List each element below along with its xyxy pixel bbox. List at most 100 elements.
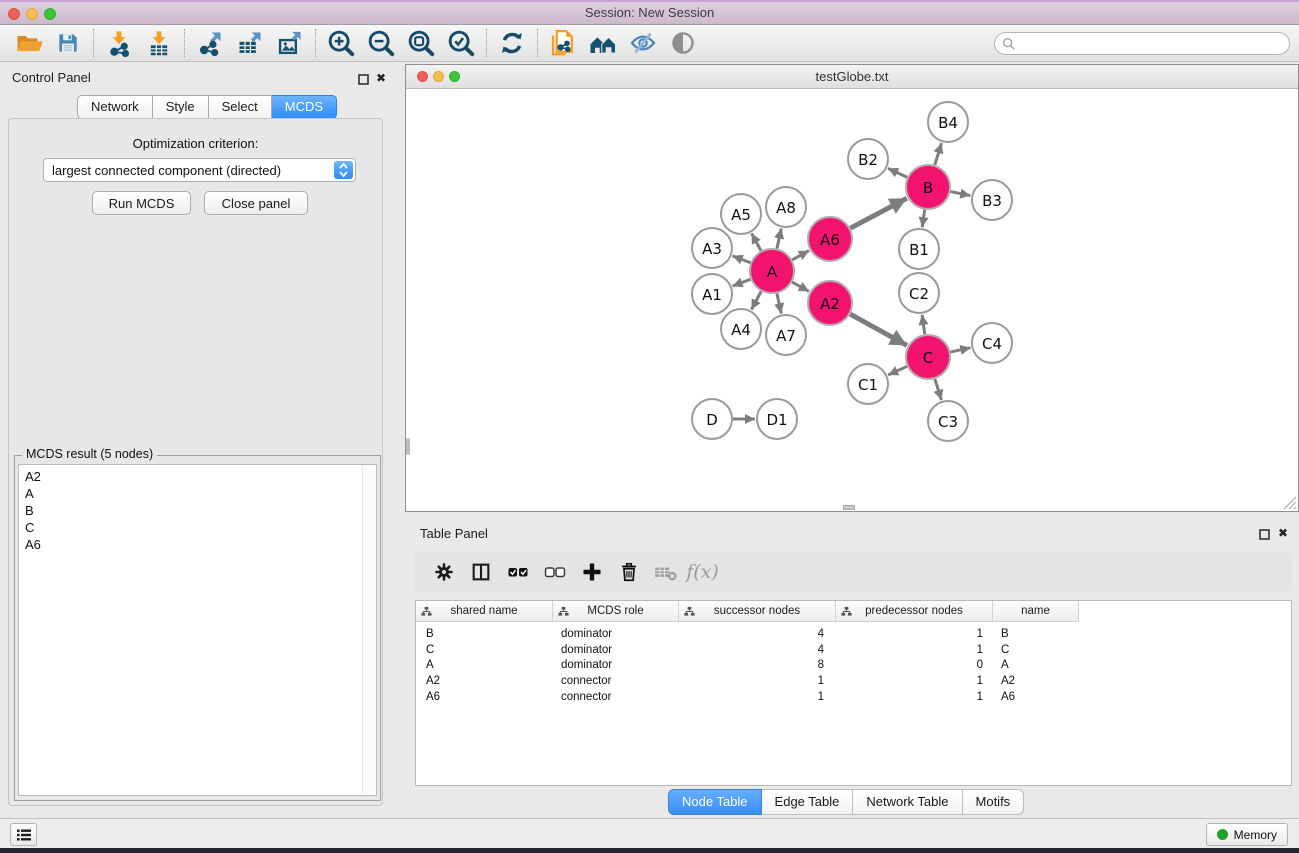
tab-mcds[interactable]: MCDS	[272, 95, 337, 119]
graph-edge-B-B3[interactable]	[951, 192, 971, 196]
eye-slash-icon[interactable]	[623, 27, 663, 59]
float-panel-icon[interactable]	[355, 71, 371, 87]
zoom-in-icon[interactable]	[321, 27, 361, 59]
column-view-icon[interactable]	[462, 556, 499, 588]
graph-node-B1[interactable]: B1	[899, 229, 939, 269]
graph-node-A2[interactable]: A2	[808, 281, 852, 325]
graph-node-A[interactable]: A	[750, 249, 794, 293]
graph-node-C[interactable]: C	[906, 335, 950, 379]
zoom-fit-icon[interactable]	[401, 27, 441, 59]
export-network-icon[interactable]	[190, 27, 230, 59]
select-all-icon[interactable]	[499, 556, 536, 588]
optimization-dropdown[interactable]: largest connected component (directed)	[43, 158, 356, 182]
graph-edge-A2-C[interactable]	[850, 314, 907, 345]
tab-edge-table[interactable]: Edge Table	[762, 789, 854, 815]
graph-edge-C-C3[interactable]	[935, 379, 942, 400]
graph-node-D1[interactable]: D1	[757, 399, 797, 439]
column-header-predecessor-nodes[interactable]: predecessor nodes	[836, 601, 993, 621]
network-zoom-icon[interactable]	[449, 71, 460, 82]
graph-node-A5[interactable]: A5	[721, 194, 761, 234]
column-header-successor-nodes[interactable]: successor nodes	[679, 601, 836, 621]
graph-edge-A-A3[interactable]	[733, 256, 751, 263]
refresh-layout-icon[interactable]	[492, 27, 532, 59]
import-network-icon[interactable]	[99, 27, 139, 59]
graph-edge-A-A1[interactable]	[733, 279, 751, 286]
delete-icon[interactable]	[610, 556, 647, 588]
graph-node-C1[interactable]: C1	[848, 364, 888, 404]
export-table-icon[interactable]	[230, 27, 270, 59]
table-row[interactable]: Cdominator41C	[416, 642, 1291, 658]
graph-edge-C-C1[interactable]	[888, 366, 907, 375]
graph-edge-B-B1[interactable]	[922, 210, 925, 227]
tab-network-table[interactable]: Network Table	[853, 789, 962, 815]
table-row[interactable]: A6connector11A6	[416, 689, 1291, 705]
resize-grip-icon[interactable]	[1283, 496, 1297, 510]
list-item[interactable]: A6	[19, 536, 376, 553]
graph-node-B3[interactable]: B3	[972, 180, 1012, 220]
graph-edge-C-C2[interactable]	[922, 315, 925, 334]
eye-icon[interactable]	[663, 27, 703, 59]
graph-node-A4[interactable]: A4	[721, 309, 761, 349]
mcds-result-list[interactable]: A2ABCA6	[18, 464, 377, 796]
graph-node-D[interactable]: D	[692, 399, 732, 439]
graph-edge-A6-B[interactable]	[850, 198, 906, 228]
dropdown-arrows-icon[interactable]	[334, 161, 353, 179]
table-row[interactable]: A2connector11A2	[416, 673, 1291, 689]
homes-icon[interactable]	[583, 27, 623, 59]
table-close-panel-icon[interactable]: ✖	[1275, 525, 1291, 541]
tab-network[interactable]: Network	[77, 95, 153, 119]
network-canvas[interactable]: AA1A2A3A4A5A6A7A8BB1B2B3B4CC1C2C3C4DD1	[406, 90, 1298, 511]
minimize-window-icon[interactable]	[26, 8, 38, 20]
graph-edge-B-B2[interactable]	[888, 168, 907, 177]
search-input[interactable]	[994, 32, 1290, 55]
function-builder-icon[interactable]: f(x)	[684, 556, 721, 588]
graph-node-B4[interactable]: B4	[928, 102, 968, 142]
result-scrollbar[interactable]	[362, 466, 375, 794]
list-item[interactable]: A	[19, 485, 376, 502]
vertical-scrollbar-thumb[interactable]	[406, 438, 410, 455]
tab-style[interactable]: Style	[153, 95, 209, 119]
network-minimize-icon[interactable]	[433, 71, 444, 82]
close-panel-icon[interactable]: ✖	[373, 70, 389, 86]
graph-node-A6[interactable]: A6	[808, 217, 852, 261]
graph-node-B[interactable]: B	[906, 165, 950, 209]
graph-edge-A-A8[interactable]	[777, 228, 781, 248]
save-icon[interactable]	[48, 27, 88, 59]
horizontal-scrollbar-thumb[interactable]	[843, 505, 855, 510]
graph-node-C4[interactable]: C4	[972, 323, 1012, 363]
memory-button[interactable]: Memory	[1206, 823, 1288, 846]
column-header-MCDS-role[interactable]: MCDS role	[553, 601, 679, 621]
list-item[interactable]: C	[19, 519, 376, 536]
close-panel-button[interactable]: Close panel	[204, 191, 308, 215]
close-window-icon[interactable]	[8, 8, 20, 20]
tab-select[interactable]: Select	[209, 95, 272, 119]
export-image-icon[interactable]	[270, 27, 310, 59]
run-mcds-button[interactable]: Run MCDS	[92, 191, 191, 215]
network-close-icon[interactable]	[417, 71, 428, 82]
table-row[interactable]: Adominator80A	[416, 658, 1291, 674]
graph-node-B2[interactable]: B2	[848, 139, 888, 179]
column-header-shared-name[interactable]: shared name	[416, 601, 553, 621]
clone-network-icon[interactable]	[543, 27, 583, 59]
add-column-icon[interactable]	[573, 556, 610, 588]
graph-edge-A-A5[interactable]	[752, 233, 762, 250]
graph-node-C2[interactable]: C2	[899, 273, 939, 313]
delete-table-icon[interactable]	[647, 556, 684, 588]
open-folder-icon[interactable]	[8, 27, 48, 59]
gear-icon[interactable]	[425, 556, 462, 588]
graph-edge-A-A7[interactable]	[777, 293, 781, 313]
graph-node-C3[interactable]: C3	[928, 401, 968, 441]
zoom-selected-icon[interactable]	[441, 27, 481, 59]
show-panels-button[interactable]	[10, 823, 37, 846]
column-header-name[interactable]: name	[993, 601, 1078, 621]
list-item[interactable]: A2	[19, 468, 376, 485]
table-float-panel-icon[interactable]	[1256, 526, 1272, 542]
graph-edge-A-A2[interactable]	[792, 282, 809, 291]
import-table-icon[interactable]	[139, 27, 179, 59]
graph-node-A3[interactable]: A3	[692, 228, 732, 268]
search-text-field[interactable]	[1016, 35, 1289, 53]
list-item[interactable]: B	[19, 502, 376, 519]
table-row[interactable]: Bdominator41B	[416, 626, 1291, 642]
graph-edge-A-A4[interactable]	[751, 291, 761, 309]
graph-node-A8[interactable]: A8	[766, 187, 806, 227]
